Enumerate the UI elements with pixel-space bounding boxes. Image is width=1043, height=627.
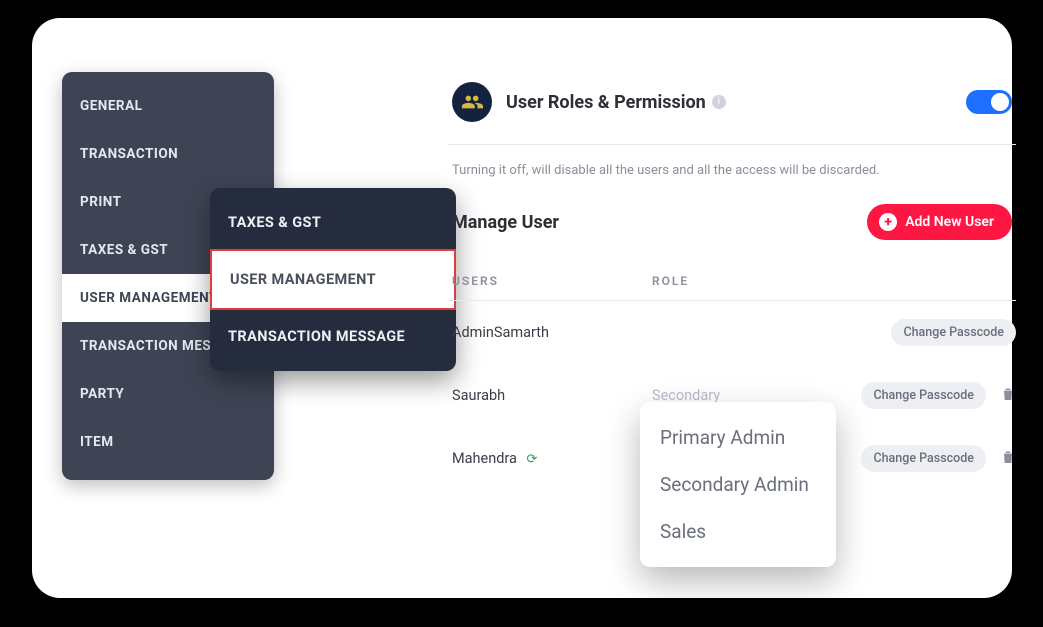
add-new-user-label: Add New User (905, 214, 994, 230)
add-new-user-button[interactable]: + Add New User (867, 204, 1012, 240)
float-item-user-management[interactable]: USER MANAGEMENT (210, 249, 456, 310)
user-roles-panel: User Roles & Permission i Turning it off… (448, 72, 1016, 490)
col-role: ROLE (652, 274, 852, 288)
user-cell: Saurabh (452, 387, 652, 404)
sidebar-item-party[interactable]: PARTY (62, 370, 274, 418)
user-cell: Mahendra ⟳ (452, 450, 652, 467)
app-card: GENERAL TRANSACTION PRINT TAXES & GST US… (32, 18, 1012, 598)
info-icon[interactable]: i (712, 95, 726, 109)
role-option-secondary-admin[interactable]: Secondary Admin (640, 461, 836, 508)
delete-icon[interactable] (1000, 386, 1016, 406)
manage-user-title: Manage User (452, 212, 559, 233)
panel-subtext: Turning it off, will disable all the use… (448, 145, 1016, 204)
users-table-header: USERS ROLE (448, 252, 1016, 301)
permissions-toggle[interactable] (966, 90, 1012, 114)
user-cell: AdminSamarth (452, 324, 652, 341)
sidebar-item-general[interactable]: GENERAL (62, 82, 274, 130)
float-item-taxes-gst[interactable]: TAXES & GST (210, 194, 456, 251)
delete-icon[interactable] (1000, 449, 1016, 469)
plus-icon: + (879, 213, 897, 231)
table-row: AdminSamarth Change Passcode (448, 301, 1016, 364)
panel-header: User Roles & Permission i (448, 72, 1016, 145)
manage-user-header: Manage User + Add New User (448, 204, 1016, 252)
role-option-primary-admin[interactable]: Primary Admin (640, 414, 836, 461)
sync-icon: ⟳ (527, 452, 538, 467)
col-users: USERS (452, 274, 652, 288)
sidebar-item-item[interactable]: ITEM (62, 418, 274, 466)
change-passcode-button[interactable]: Change Passcode (861, 382, 986, 409)
role-option-sales[interactable]: Sales (640, 508, 836, 555)
users-icon (452, 82, 492, 122)
change-passcode-button[interactable]: Change Passcode (891, 319, 1016, 346)
settings-float-menu: TAXES & GST USER MANAGEMENT TRANSACTION … (210, 188, 456, 371)
float-item-transaction-message[interactable]: TRANSACTION MESSAGE (210, 308, 456, 365)
change-passcode-button[interactable]: Change Passcode (861, 445, 986, 472)
role-dropdown: Primary Admin Secondary Admin Sales (640, 402, 836, 567)
sidebar-item-transaction[interactable]: TRANSACTION (62, 130, 274, 178)
panel-title: User Roles & Permission (506, 92, 706, 113)
